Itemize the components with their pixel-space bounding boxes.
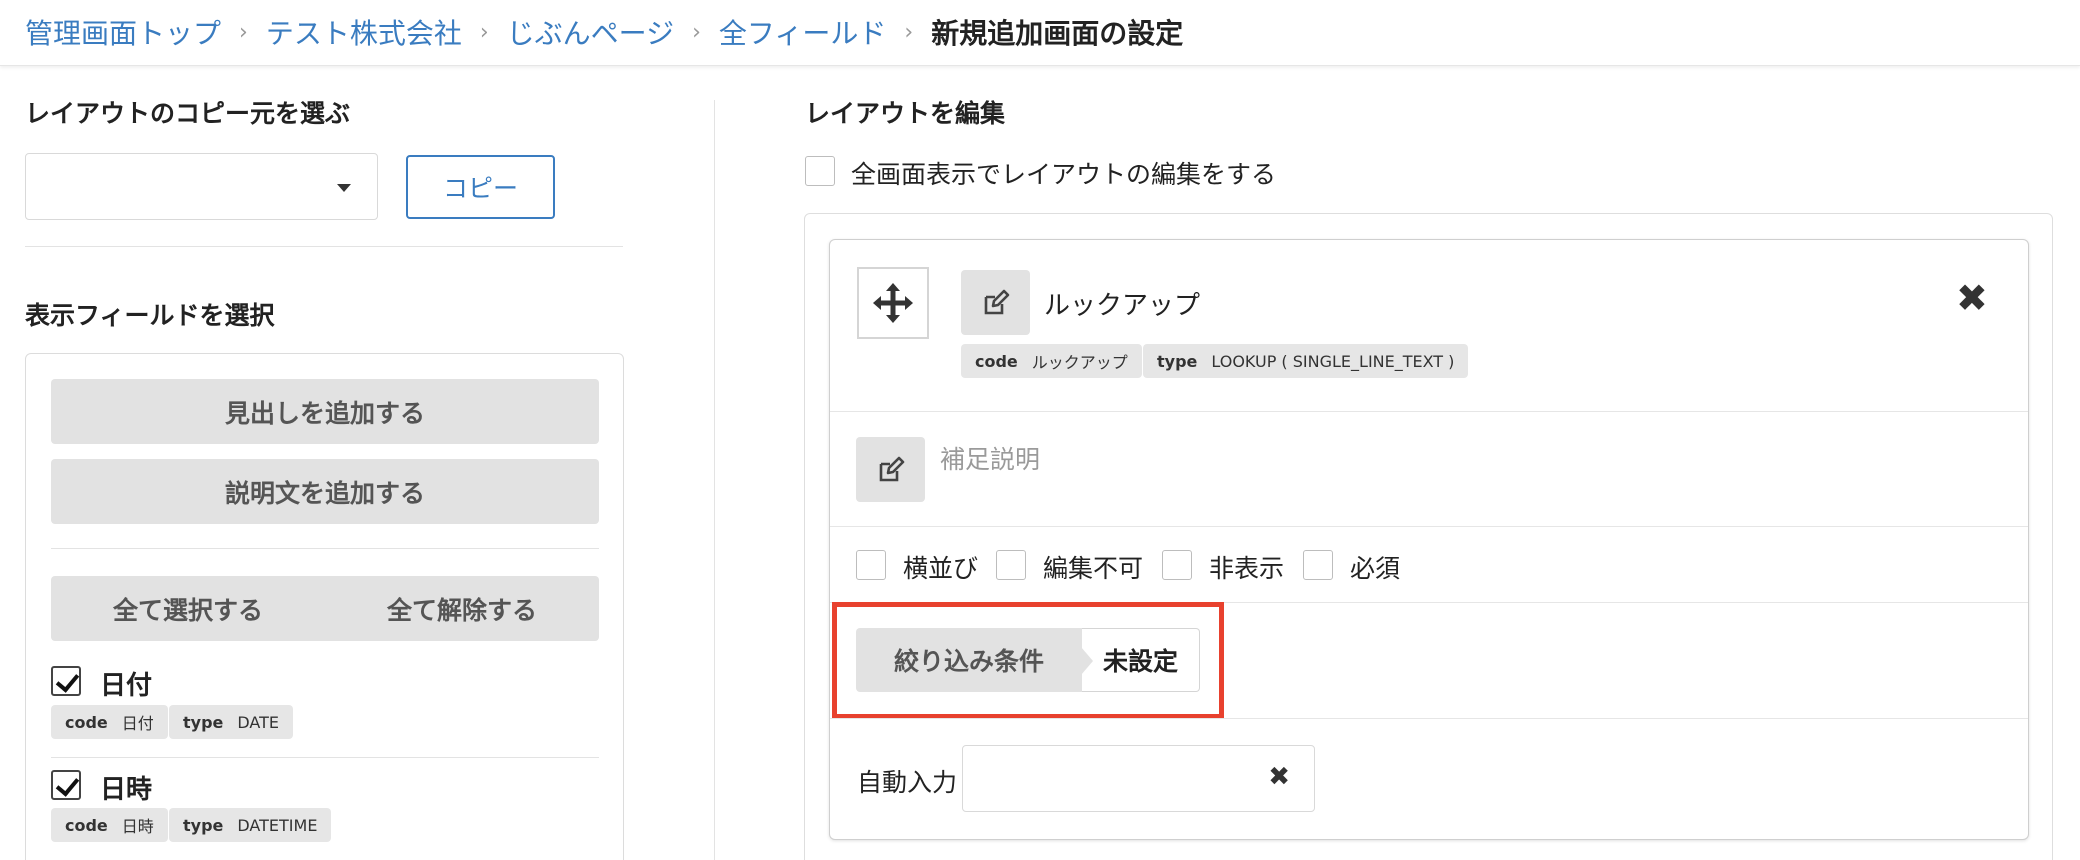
fullscreen-checkbox[interactable] <box>805 156 835 186</box>
close-icon[interactable]: ✖ <box>1268 762 1290 792</box>
filter-condition-label[interactable]: 絞り込み条件 <box>856 628 1082 692</box>
option-checkbox-required[interactable] <box>1303 550 1333 580</box>
divider <box>25 246 623 247</box>
option-checkbox-hidden[interactable] <box>1162 550 1192 580</box>
divider <box>51 548 599 549</box>
breadcrumb-separator: › <box>239 19 248 45</box>
field-checkbox-date[interactable] <box>51 666 81 696</box>
breadcrumb-separator: › <box>692 19 701 45</box>
field-code-tag: code 日付 <box>51 705 168 739</box>
caret-down-icon <box>337 184 351 192</box>
copy-source-title: レイアウトのコピー元を選ぶ <box>25 99 351 128</box>
breadcrumb-company[interactable]: テスト株式会社 <box>266 12 462 52</box>
add-heading-button[interactable]: 見出しを追加する <box>51 379 599 444</box>
edit-pencil-icon <box>879 456 904 481</box>
option-label-horizontal: 横並び <box>903 554 979 583</box>
field-title: ルックアップ <box>1044 291 1201 321</box>
field-checkbox-datetime[interactable] <box>51 770 81 800</box>
divider <box>51 757 599 758</box>
option-label-readonly: 編集不可 <box>1043 554 1144 583</box>
breadcrumb-separator: › <box>904 19 914 45</box>
breadcrumb-separator: › <box>479 19 489 45</box>
field-card-lookup: ルックアップ ✖ code ルックアップ type LOOKUP ( SINGLE_… <box>829 239 2029 840</box>
divider <box>830 411 2028 412</box>
breadcrumb-admin-top[interactable]: 管理画面トップ <box>25 12 221 52</box>
option-label-required: 必須 <box>1350 554 1401 583</box>
move-handle[interactable] <box>857 267 929 339</box>
filter-condition-group[interactable]: 絞り込み条件 未設定 <box>856 628 1200 692</box>
edit-pencil-icon <box>984 289 1009 314</box>
display-fields-title: 表示フィールドを選択 <box>25 301 275 330</box>
divider <box>830 526 2028 527</box>
breadcrumb: 管理画面トップ › テスト株式会社 › じぶんページ › 全フィールド › 新規… <box>25 12 1183 52</box>
description-placeholder[interactable]: 補足説明 <box>940 440 1040 476</box>
copy-source-select[interactable] <box>25 153 378 220</box>
option-label-hidden: 非表示 <box>1209 554 1285 583</box>
filter-condition-value[interactable]: 未設定 <box>1081 628 1200 692</box>
auto-fill-select[interactable]: ✖ <box>962 745 1315 812</box>
move-arrows-icon <box>873 283 913 323</box>
auto-fill-label: 自動入力 <box>857 768 958 797</box>
add-description-button[interactable]: 説明文を追加する <box>51 459 599 524</box>
deselect-all-button[interactable]: 全て解除する <box>325 576 599 641</box>
close-icon[interactable]: ✖ <box>1956 276 1988 320</box>
field-name: 日時 <box>100 775 153 805</box>
field-name: 日付 <box>100 671 153 701</box>
field-select-panel: 見出しを追加する 説明文を追加する 全て選択する 全て解除する 日付 code 日… <box>25 353 624 860</box>
option-checkbox-readonly[interactable] <box>996 550 1026 580</box>
select-toggle-group: 全て選択する 全て解除する <box>51 576 599 641</box>
breadcrumb-current-page: 新規追加画面の設定 <box>931 17 1184 50</box>
edit-description-button[interactable] <box>856 437 925 502</box>
fullscreen-label: 全画面表示でレイアウトの編集をする <box>851 160 1277 189</box>
select-all-button[interactable]: 全て選択する <box>51 576 325 641</box>
field-type-tag: type DATE <box>169 705 294 739</box>
field-type-tag: type LOOKUP ( SINGLE_LINE_TEXT ) <box>1143 344 1469 378</box>
divider <box>830 718 2028 719</box>
option-checkbox-horizontal[interactable] <box>856 550 886 580</box>
breadcrumb-all-fields[interactable]: 全フィールド <box>719 12 886 52</box>
panel-divider <box>714 100 715 860</box>
field-code-tag: code 日時 <box>51 808 168 842</box>
top-bar: 管理画面トップ › テスト株式会社 › じぶんページ › 全フィールド › 新規… <box>0 0 2080 66</box>
field-code-tag: code ルックアップ <box>961 344 1142 378</box>
edit-title-button[interactable] <box>961 270 1030 335</box>
copy-button[interactable]: コピー <box>406 155 555 219</box>
edit-layout-title: レイアウトを編集 <box>805 99 1006 128</box>
field-type-tag: type DATETIME <box>169 808 332 842</box>
breadcrumb-my-page[interactable]: じぶんページ <box>507 12 674 52</box>
